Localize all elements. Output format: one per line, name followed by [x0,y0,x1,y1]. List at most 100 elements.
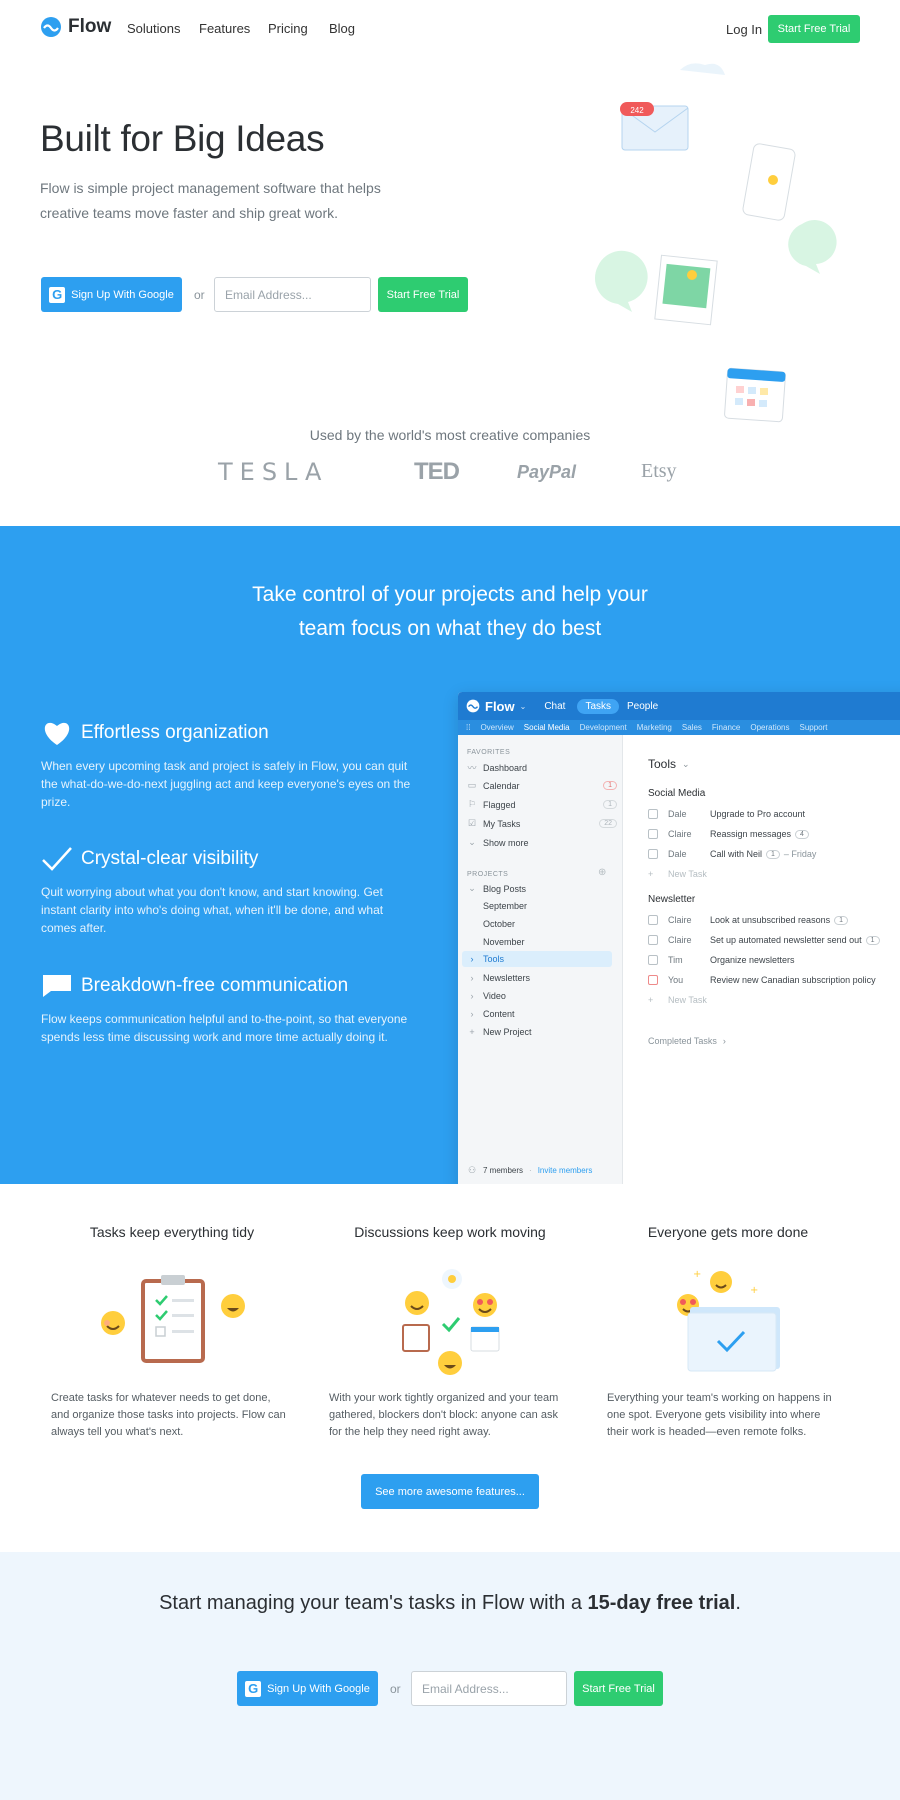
task-row[interactable]: Claire Set up automated newsletter send o… [648,935,900,945]
plus-icon: + [648,995,654,1005]
project-content[interactable]: › Content [467,1009,617,1019]
add-project-icon[interactable]: ⊕ [598,867,606,878]
sidebar-item-flagged[interactable]: ⚐ Flagged 1 [467,799,617,810]
section-social-media: Social Media [648,788,706,799]
subtab[interactable]: Marketing [637,723,672,732]
subtab[interactable]: Support [800,723,828,732]
feature-title-text: Effortless organization [81,722,269,743]
app-tab-people[interactable]: People [627,701,658,712]
subtab[interactable]: Operations [750,723,789,732]
hero-illustration: 242 [594,63,837,423]
project-blog-posts[interactable]: ⌄ Blog Posts [467,883,617,894]
list-title-text: Tools [648,757,677,771]
comment-count: 1 [834,915,848,925]
ted-logo: TED [414,458,460,485]
features-blue-section: Take control of your projects and help y… [0,526,900,1184]
task-row[interactable]: Dale Upgrade to Pro account [648,809,900,819]
google-signup-button[interactable]: G Sign Up With Google [41,277,182,312]
new-project[interactable]: + New Project [467,1027,617,1037]
sidebar-item-dashboard[interactable]: 〰 Dashboard [467,761,617,774]
or-text: or [390,1682,401,1696]
project-label: Newsletters [483,973,531,983]
task-checkbox[interactable] [648,955,658,965]
sidebar-item-show-more[interactable]: ⌄ Show more [467,837,617,848]
hero-start-trial-button[interactable]: Start Free Trial [378,277,468,312]
new-task-label: New Task [668,995,707,1005]
sidebar-item-my-tasks[interactable]: ☑ My Tasks 22 [467,818,617,829]
project-label: Content [483,1009,515,1019]
task-row[interactable]: You Review new Canadian subscription poli… [648,975,900,985]
blue-heading-line1: Take control of your projects and help y… [252,583,648,606]
logo[interactable]: Flow [40,16,111,38]
clipboard-illustration [101,1275,245,1363]
invite-members-link[interactable]: Invite members [538,1166,593,1175]
discussion-illustration [402,1269,500,1375]
task-name: Set up automated newsletter send out [710,935,862,945]
completed-label: Completed Tasks [648,1036,717,1046]
chevron-right-icon: › [470,1009,474,1019]
list-title[interactable]: Tools ⌄ [648,757,690,771]
email-field[interactable] [214,277,371,312]
nav-start-trial-button[interactable]: Start Free Trial [768,15,860,43]
task-row[interactable]: Claire Reassign messages 4 [648,829,900,839]
cloud-shape [680,63,725,75]
paypal-logo: PayPal [517,462,577,482]
nav-features[interactable]: Features [199,21,250,36]
sidebar-label: Dashboard [483,762,528,773]
project-tools[interactable]: › Tools [462,951,612,967]
nav-blog[interactable]: Blog [329,21,355,36]
sidebar-label: My Tasks [483,818,521,829]
task-row[interactable]: Claire Look at unsubscribed reasons 1 [648,915,900,925]
task-assignee: Tim [668,955,683,965]
task-name: Upgrade to Pro account [710,809,806,819]
or-text: or [194,288,205,302]
project-newsletters[interactable]: › Newsletters [467,973,617,983]
chat-bubble-shape [788,220,837,274]
nav-pricing[interactable]: Pricing [268,21,308,36]
task-name: Organize newsletters [710,955,795,965]
app-tab-tasks[interactable]: Tasks [577,698,619,714]
login-link[interactable]: Log In [726,22,762,37]
cta-google-signup-button[interactable]: G Sign Up With Google [237,1671,378,1706]
task-row[interactable]: Dale Call with Neil 1– Friday [648,849,900,859]
plus-icon: + [469,1027,475,1037]
project-video[interactable]: › Video [467,991,617,1001]
check-icon [42,847,72,871]
new-task-row[interactable]: + New Task [648,995,900,1005]
subtab[interactable]: Finance [712,723,740,732]
google-signup-label: Sign Up With Google [267,1682,370,1695]
sidebar-label: Calendar [483,780,520,791]
task-checkbox[interactable] [648,975,658,985]
completed-tasks-link[interactable]: Completed Tasks › [648,1036,726,1046]
column-title: Discussions keep work moving [354,1224,546,1240]
svg-text:+: + [693,1269,701,1280]
see-more-features-button[interactable]: See more awesome features... [361,1474,539,1509]
project-october[interactable]: October [483,919,617,929]
subtab[interactable]: Sales [682,723,702,732]
project-label: November [483,937,525,947]
hero-title: Built for Big Ideas [40,118,325,159]
task-assignee: Claire [668,915,692,925]
task-checkbox[interactable] [648,809,658,819]
column-title: Tasks keep everything tidy [89,1224,255,1240]
task-checkbox[interactable] [648,915,658,925]
sidebar-item-calendar[interactable]: ▭ Calendar 1 [467,780,617,791]
feature-title: Breakdown-free communication [41,973,348,999]
task-row[interactable]: Tim Organize newsletters [648,955,900,965]
feature-body: When every upcoming task and project is … [41,759,411,809]
subtab[interactable]: Overview [480,723,513,732]
svg-text:+: + [750,1285,758,1296]
task-checkbox[interactable] [648,849,658,859]
nav-solutions[interactable]: Solutions [127,21,180,36]
task-checkbox[interactable] [648,935,658,945]
project-november[interactable]: November [483,937,617,947]
project-september[interactable]: September [483,901,617,911]
task-checkbox[interactable] [648,829,658,839]
app-tab-chat[interactable]: Chat [544,701,565,712]
new-task-row[interactable]: + New Task [648,869,900,879]
cta-email-field[interactable] [411,1671,567,1706]
subtab[interactable]: Development [580,723,627,732]
cta-start-trial-button[interactable]: Start Free Trial [574,1671,663,1706]
subtab-active[interactable]: Social Media [524,723,570,732]
task-assignee: Claire [668,829,692,839]
